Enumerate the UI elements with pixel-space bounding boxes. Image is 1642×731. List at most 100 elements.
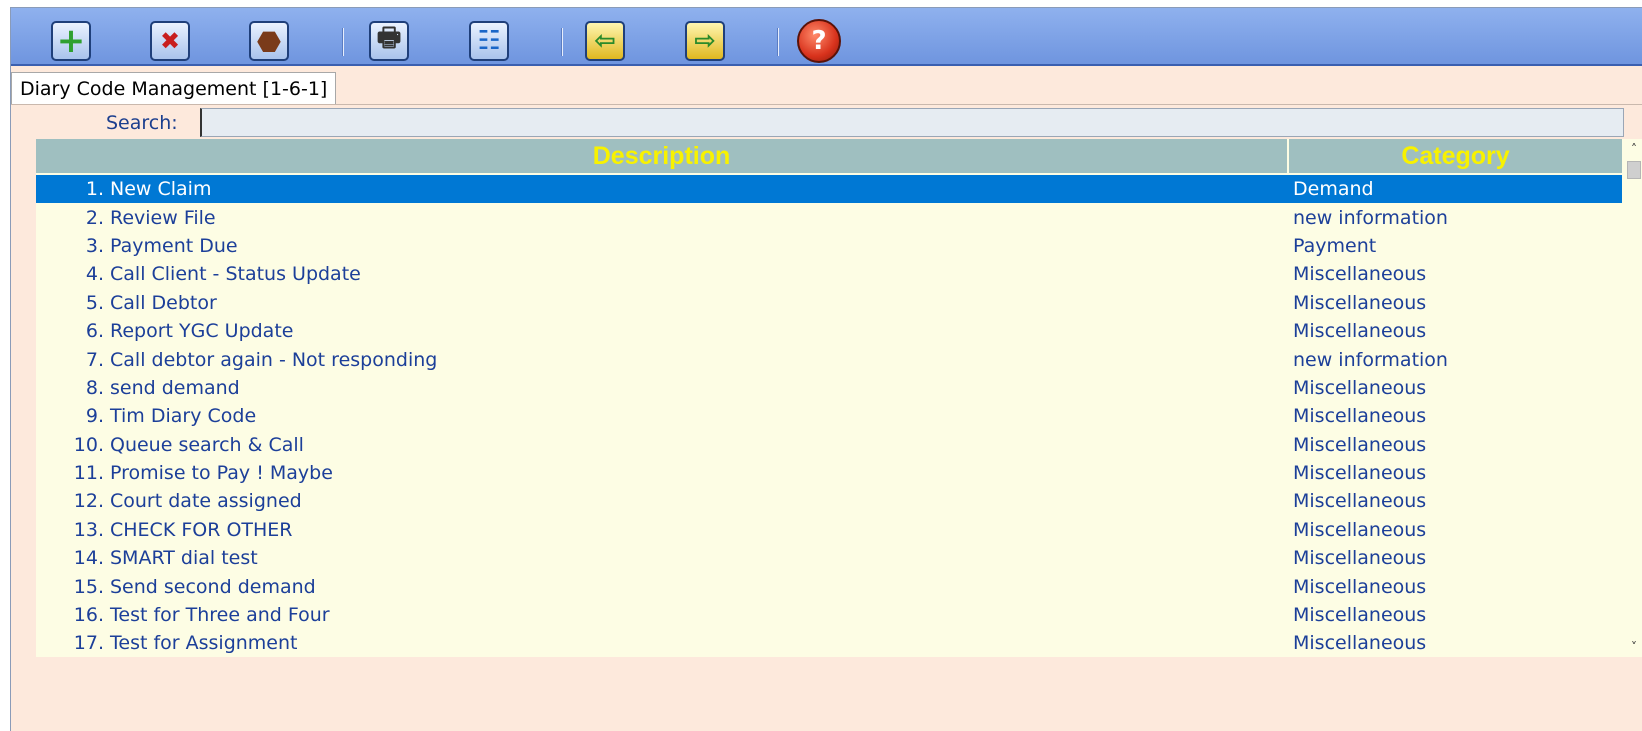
- scroll-up-icon[interactable]: ˄: [1624, 141, 1642, 157]
- cell-category: new information: [1293, 348, 1448, 371]
- description-text: Promise to Pay ! Maybe: [110, 462, 333, 485]
- cell-category: Miscellaneous: [1293, 575, 1427, 598]
- cell-category: Miscellaneous: [1293, 291, 1427, 314]
- cell-description: 1. New Claim: [36, 178, 1289, 200]
- table-row[interactable]: 8. send demand Miscellaneous: [36, 374, 1622, 402]
- row-number: 12.: [73, 490, 104, 513]
- description-text: SMART dial test: [110, 547, 258, 570]
- print-button[interactable]: 🖶: [367, 20, 411, 62]
- cell-description: 4. Call Client - Status Update: [36, 263, 1289, 285]
- search-label: Search:: [106, 112, 178, 134]
- add-button[interactable]: +: [49, 20, 93, 62]
- cell-category: Miscellaneous: [1293, 320, 1427, 343]
- vertical-scrollbar[interactable]: ˄ ˅: [1624, 139, 1642, 657]
- cell-description: 2. Review File: [36, 207, 1289, 229]
- description-text: send demand: [110, 376, 240, 399]
- table-row[interactable]: 12. Court date assigned Miscellaneous: [36, 487, 1622, 515]
- table-header: Description Category: [36, 139, 1622, 173]
- cell-category: Miscellaneous: [1293, 518, 1427, 541]
- tab-divider: [11, 104, 1642, 105]
- table-row[interactable]: 11. Promise to Pay ! Maybe Miscellaneous: [36, 459, 1622, 487]
- edit-button[interactable]: ⬣: [247, 20, 291, 62]
- cell-description: 13. CHECK FOR OTHER: [36, 519, 1289, 541]
- database-import-icon: ⇦: [585, 21, 625, 61]
- table-row[interactable]: 7. Call debtor again - Not responding new …: [36, 345, 1622, 373]
- plus-icon: +: [51, 21, 91, 61]
- hexagon-icon: ⬣: [249, 21, 289, 61]
- database-export-icon: ⇨: [685, 21, 725, 61]
- scroll-thumb[interactable]: [1627, 161, 1641, 179]
- description-text: CHECK FOR OTHER: [110, 518, 293, 541]
- table-row[interactable]: 9. Tim Diary Code Miscellaneous: [36, 402, 1622, 430]
- row-number: 16.: [73, 604, 104, 627]
- table-row[interactable]: 2. Review File new information: [36, 203, 1622, 231]
- table-row[interactable]: 17. Test for Assignment Miscellaneous: [36, 629, 1622, 657]
- row-number: 5.: [85, 291, 104, 314]
- cell-description: 7. Call debtor again - Not responding: [36, 349, 1289, 371]
- row-number: 4.: [85, 263, 104, 286]
- cell-description: 17. Test for Assignment: [36, 632, 1289, 654]
- cell-category: Demand: [1293, 178, 1374, 201]
- table-row[interactable]: 1. New Claim Demand: [36, 175, 1622, 204]
- description-text: Call Debtor: [110, 291, 217, 314]
- description-text: Report YGC Update: [110, 320, 294, 343]
- row-number: 2.: [85, 206, 104, 229]
- column-header-category[interactable]: Category: [1289, 139, 1622, 173]
- help-button[interactable]: ?: [797, 19, 841, 63]
- description-text: Tim Diary Code: [110, 405, 257, 428]
- help-icon: ?: [797, 19, 841, 63]
- table-row[interactable]: 10. Queue search & Call Miscellaneous: [36, 431, 1622, 459]
- description-text: Review File: [110, 206, 216, 229]
- cell-category: Miscellaneous: [1293, 405, 1427, 428]
- row-number: 9.: [85, 405, 104, 428]
- row-number: 3.: [85, 234, 104, 257]
- row-number: 6.: [85, 320, 104, 343]
- cell-category: new information: [1293, 206, 1448, 229]
- cell-description: 10. Queue search & Call: [36, 434, 1289, 456]
- description-text: Payment Due: [110, 234, 238, 257]
- toolbar-separator: [777, 28, 779, 56]
- table-row[interactable]: 13. CHECK FOR OTHER Miscellaneous: [36, 516, 1622, 544]
- row-number: 7.: [85, 348, 104, 371]
- toolbar-separator: [342, 28, 344, 56]
- cell-description: 3. Payment Due: [36, 235, 1289, 257]
- toolbar-separator: [561, 28, 563, 56]
- cell-category: Payment: [1293, 234, 1377, 257]
- table-row[interactable]: 4. Call Client - Status Update Miscellaneo…: [36, 260, 1622, 288]
- search-input[interactable]: [200, 108, 1624, 137]
- table-row[interactable]: 6. Report YGC Update Miscellaneous: [36, 317, 1622, 345]
- import-button[interactable]: ⇦: [583, 20, 627, 62]
- app-window: + ✖ ⬣ 🖶 ☷ ⇦ ⇨ ? Diary Code Management [1…: [10, 7, 1642, 731]
- table-row[interactable]: 15. Send second demand Miscellaneous: [36, 572, 1622, 600]
- column-header-description[interactable]: Description: [36, 139, 1289, 173]
- table-body: 1. New Claim Demand 2. Review File new inform…: [36, 175, 1622, 657]
- row-number: 17.: [73, 632, 104, 655]
- export-button[interactable]: ⇨: [683, 20, 727, 62]
- cell-category: Miscellaneous: [1293, 263, 1427, 286]
- tree-view-icon: ☷: [469, 21, 509, 61]
- scroll-down-icon[interactable]: ˅: [1624, 639, 1642, 655]
- cell-description: 14. SMART dial test: [36, 547, 1289, 569]
- table-row[interactable]: 14. SMART dial test Miscellaneous: [36, 544, 1622, 572]
- description-text: Court date assigned: [110, 490, 302, 513]
- description-text: Send second demand: [110, 575, 316, 598]
- description-text: Test for Three and Four: [110, 604, 330, 627]
- cell-description: 8. send demand: [36, 377, 1289, 399]
- description-text: Call Client - Status Update: [110, 263, 361, 286]
- cell-category: Miscellaneous: [1293, 490, 1427, 513]
- toolbar: + ✖ ⬣ 🖶 ☷ ⇦ ⇨ ?: [11, 8, 1642, 66]
- description-text: Test for Assignment: [110, 632, 298, 655]
- tree-button[interactable]: ☷: [467, 20, 511, 62]
- cell-description: 12. Court date assigned: [36, 490, 1289, 512]
- row-number: 14.: [73, 547, 104, 570]
- cell-description: 6. Report YGC Update: [36, 320, 1289, 342]
- tab-diary-code-management[interactable]: Diary Code Management [1-6-1]: [11, 72, 337, 104]
- description-text: Queue search & Call: [110, 433, 304, 456]
- cell-description: 5. Call Debtor: [36, 292, 1289, 314]
- tab-label: Diary Code Management [1-6-1]: [20, 77, 328, 100]
- table-row[interactable]: 3. Payment Due Payment: [36, 232, 1622, 260]
- delete-button[interactable]: ✖: [148, 20, 192, 62]
- description-text: Call debtor again - Not responding: [110, 348, 438, 371]
- table-row[interactable]: 5. Call Debtor Miscellaneous: [36, 289, 1622, 317]
- table-row[interactable]: 16. Test for Three and Four Miscellaneous: [36, 601, 1622, 629]
